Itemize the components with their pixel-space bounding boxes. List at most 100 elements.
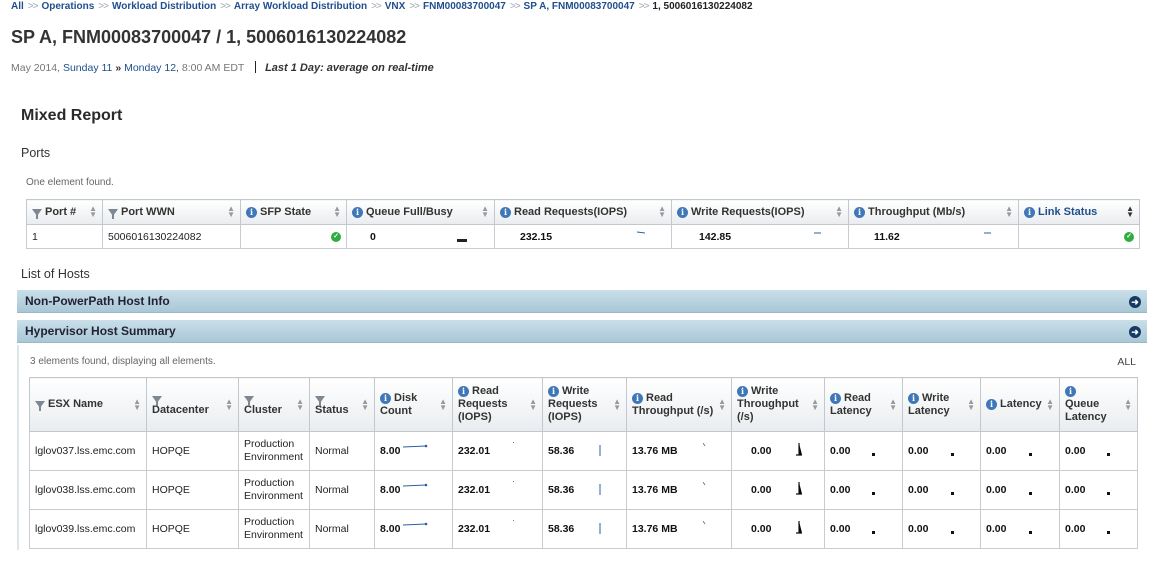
col-queue-latency[interactable]: i Queue Latency ▲ ▼	[1059, 377, 1138, 432]
info-icon[interactable]: i	[380, 392, 391, 404]
latency-cell: 0.00	[980, 509, 1060, 549]
filter-icon[interactable]	[35, 401, 45, 411]
table-row[interactable]: lglov039.lss.emc.com HOPQE Production Env…	[29, 509, 1138, 549]
accordion-non-powerpath[interactable]: Non-PowerPath Host Info ➜	[17, 290, 1147, 313]
sort-icon[interactable]: ▲ ▼	[613, 397, 621, 411]
sparkline	[703, 521, 706, 525]
time-sep: »	[115, 62, 122, 74]
period-selector[interactable]: Last 1 Day: average on real-time	[265, 62, 434, 74]
ok-status-icon: ✓	[331, 231, 341, 242]
status: Normal	[309, 431, 375, 471]
info-icon[interactable]: i	[352, 207, 363, 218]
sort-icon[interactable]: ▲ ▼	[1046, 397, 1054, 411]
col-read-latency[interactable]: i Read Latency ▲ ▼	[824, 377, 903, 432]
accordion-hypervisor-summary[interactable]: Hypervisor Host Summary ➜	[17, 320, 1147, 343]
sort-icon[interactable]: ▲ ▼	[227, 205, 235, 219]
sort-icon[interactable]: ▲ ▼	[967, 397, 975, 411]
info-icon[interactable]: i	[908, 392, 919, 404]
filter-icon[interactable]	[108, 209, 118, 219]
info-icon[interactable]: i	[632, 392, 643, 404]
col-queue-full[interactable]: i Queue Full/Busy ▲ ▼	[346, 199, 495, 225]
col-cluster[interactable]: Cluster ▲ ▼	[238, 377, 310, 432]
col-link-status[interactable]: i Link Status ▲ ▼	[1018, 199, 1140, 225]
info-icon[interactable]: i	[854, 207, 865, 218]
col-status[interactable]: Status ▲ ▼	[309, 377, 375, 432]
col-write-latency[interactable]: i Write Latency ▲ ▼	[902, 377, 981, 432]
disk-count-cell: 8.00	[374, 470, 453, 510]
sort-icon[interactable]: ▲ ▼	[835, 205, 843, 219]
sort-icon[interactable]: ▲ ▼	[889, 397, 897, 411]
sort-icon[interactable]: ▲ ▼	[133, 397, 141, 411]
col-datacenter[interactable]: Datacenter ▲ ▼	[146, 377, 239, 432]
info-icon[interactable]: i	[548, 386, 559, 397]
sort-icon[interactable]: ▲ ▼	[658, 205, 666, 219]
sort-icon[interactable]: ▲ ▼	[1005, 205, 1013, 219]
info-icon[interactable]: i	[246, 207, 257, 218]
sort-icon[interactable]: ▲ ▼	[439, 397, 447, 411]
breadcrumb-operations[interactable]: Operations	[41, 1, 94, 12]
table-row[interactable]: 1 5006016130224082 ✓ 0 232.15 142.85 11.…	[26, 224, 1140, 249]
table-row[interactable]: lglov037.lss.emc.com HOPQE Production Env…	[29, 431, 1138, 471]
col-latency[interactable]: i Latency ▲ ▼	[980, 377, 1060, 432]
sparkline	[513, 481, 514, 482]
read-latency-value: 0.00	[830, 523, 851, 535]
col-sfp-state[interactable]: i SFP State ▲ ▼	[240, 199, 347, 225]
breadcrumb-current: 1, 5006016130224082	[652, 1, 753, 12]
info-icon[interactable]: i	[458, 386, 469, 397]
sort-icon[interactable]: ▲ ▼	[225, 397, 233, 411]
info-icon[interactable]: i	[830, 392, 841, 404]
breadcrumb-vnx[interactable]: VNX	[385, 1, 406, 12]
sort-icon[interactable]: ▲ ▼	[1124, 397, 1132, 411]
col-write-throughput[interactable]: i Write Throughput (/s) ▲ ▼	[731, 377, 825, 432]
time-start-link[interactable]: Sunday 11	[63, 62, 112, 74]
sparkline	[951, 453, 954, 456]
arrow-right-icon[interactable]: ➜	[1129, 296, 1141, 308]
col-read-requests[interactable]: i Read Requests (IOPS) ▲ ▼	[452, 377, 543, 432]
info-icon[interactable]: i	[737, 386, 748, 397]
info-icon[interactable]: i	[1065, 385, 1076, 397]
col-port-number[interactable]: Port # ▲ ▼	[26, 199, 103, 225]
col-write-requests[interactable]: i Write Requests(IOPS) ▲ ▼	[671, 199, 849, 225]
filter-icon[interactable]	[32, 209, 42, 219]
col-disk-count[interactable]: i Disk Count ▲ ▼	[374, 377, 453, 432]
sparkline	[796, 521, 802, 534]
sort-icon[interactable]: ▲ ▼	[481, 205, 489, 219]
all-link[interactable]: ALL	[1117, 356, 1136, 368]
breadcrumb-sp[interactable]: SP A, FNM00083700047	[524, 1, 635, 12]
sort-icon[interactable]: ▲ ▼	[718, 397, 726, 411]
filter-icon[interactable]	[315, 396, 325, 406]
hosts-body: lglov037.lss.emc.com HOPQE Production Env…	[29, 431, 1138, 549]
col-read-throughput[interactable]: i Read Throughput (/s) ▲ ▼	[626, 377, 732, 432]
sort-icon[interactable]: ▲ ▼	[811, 397, 819, 411]
arrow-right-icon[interactable]: ➜	[1129, 326, 1141, 338]
sparkline	[637, 231, 646, 234]
sparkline	[513, 442, 514, 443]
col-write-requests[interactable]: i Write Requests (IOPS) ▲ ▼	[542, 377, 627, 432]
info-icon[interactable]: i	[986, 399, 997, 410]
write-requests-cell: 58.36	[542, 509, 627, 549]
breadcrumb-workload-distribution[interactable]: Workload Distribution	[112, 1, 216, 12]
info-icon[interactable]: i	[1024, 207, 1035, 218]
col-throughput[interactable]: i Throughput (Mb/s) ▲ ▼	[848, 199, 1019, 225]
sort-icon[interactable]: ▲ ▼	[89, 205, 97, 219]
info-icon[interactable]: i	[677, 207, 688, 218]
sort-icon[interactable]: ▲ ▼	[333, 205, 341, 219]
hosts-table: ESX Name ▲ ▼ Datacenter ▲ ▼ Cluster ▲ ▼ Status…	[29, 377, 1138, 549]
esx-name: lglov037.lss.emc.com	[29, 431, 147, 471]
col-read-requests[interactable]: i Read Requests(IOPS) ▲ ▼	[494, 199, 672, 225]
filter-icon[interactable]	[152, 396, 162, 406]
col-esx-name[interactable]: ESX Name ▲ ▼	[29, 377, 147, 432]
sort-icon[interactable]: ▲ ▼	[1126, 205, 1134, 219]
sort-icon[interactable]: ▲ ▼	[296, 397, 304, 411]
table-row[interactable]: lglov038.lss.emc.com HOPQE Production Env…	[29, 470, 1138, 510]
time-end-link[interactable]: Monday 12,	[124, 62, 179, 74]
col-port-wwn[interactable]: Port WWN ▲ ▼	[102, 199, 241, 225]
filter-icon[interactable]	[244, 396, 254, 406]
info-icon[interactable]: i	[500, 207, 511, 218]
breadcrumb-array-workload-distribution[interactable]: Array Workload Distribution	[234, 1, 367, 12]
queue-latency-value: 0.00	[1065, 445, 1086, 457]
breadcrumb-array[interactable]: FNM00083700047	[423, 1, 506, 12]
sort-icon[interactable]: ▲ ▼	[361, 397, 369, 411]
breadcrumb-all[interactable]: All	[11, 1, 24, 12]
sort-icon[interactable]: ▲ ▼	[529, 397, 537, 411]
